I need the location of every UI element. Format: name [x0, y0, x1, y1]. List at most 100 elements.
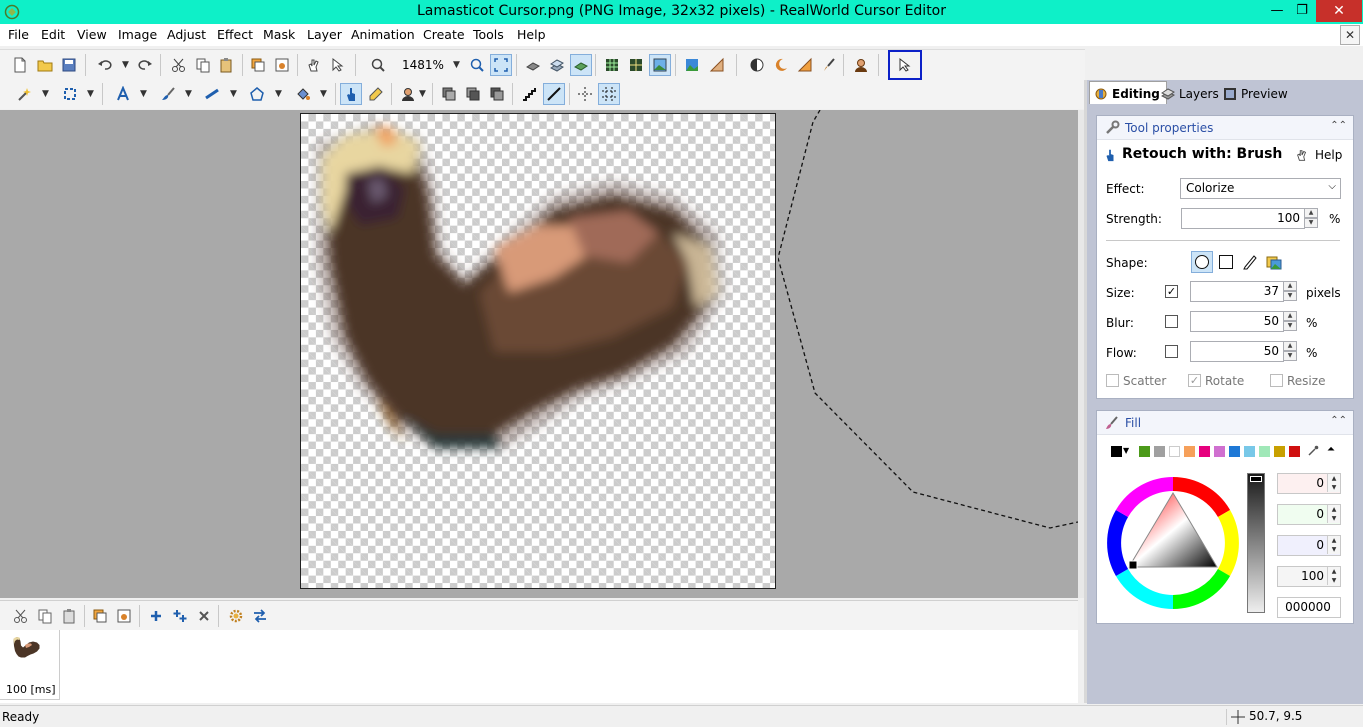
- palette-swatch[interactable]: [1274, 446, 1285, 457]
- image-canvas[interactable]: [300, 113, 776, 589]
- text-tool-button[interactable]: [112, 83, 134, 105]
- alpha-spinner[interactable]: ▲ ▼: [1327, 567, 1340, 586]
- hotspot-dropdown-icon[interactable]: ▼: [419, 89, 426, 99]
- shape-image-button[interactable]: [1263, 251, 1285, 273]
- strength-input[interactable]: 100: [1181, 208, 1305, 229]
- hotspot-tool-button[interactable]: [397, 83, 419, 105]
- spin-down-icon[interactable]: ▼: [1283, 321, 1297, 331]
- saturation-triangle[interactable]: [1128, 492, 1218, 568]
- document-close-button[interactable]: ✕: [1340, 25, 1360, 45]
- resize-checkbox[interactable]: [1270, 374, 1283, 387]
- shape-circle-button[interactable]: [1191, 251, 1213, 273]
- clone-tool-button[interactable]: [365, 83, 387, 105]
- tab-layers[interactable]: Layers: [1157, 82, 1225, 103]
- tab-editing[interactable]: Editing: [1089, 81, 1167, 104]
- scatter-checkbox[interactable]: [1106, 374, 1119, 387]
- palette-swatch[interactable]: [1184, 446, 1195, 457]
- red-spinner[interactable]: ▲ ▼: [1327, 474, 1340, 493]
- add-frame-button[interactable]: [145, 605, 167, 627]
- antialias-off-button[interactable]: [518, 83, 540, 105]
- collapse-chevron-icon[interactable]: ⌃⌃: [1330, 120, 1347, 131]
- palette-dropdown-icon[interactable]: ▼: [1123, 446, 1129, 455]
- fill-dropdown-icon[interactable]: ▼: [320, 89, 327, 99]
- zoom-in-button[interactable]: [466, 54, 488, 76]
- snap-on-button[interactable]: [598, 83, 620, 105]
- new-file-button[interactable]: [9, 54, 31, 76]
- paste-button[interactable]: [215, 54, 237, 76]
- color-wheel[interactable]: [1105, 475, 1241, 611]
- frame-cut-button[interactable]: [10, 605, 32, 627]
- zoom-out-button[interactable]: [367, 54, 389, 76]
- spin-up-icon[interactable]: ▲: [1304, 208, 1318, 218]
- layer-view-2-button[interactable]: [546, 54, 568, 76]
- layer-duplicate-button[interactable]: [462, 83, 484, 105]
- zoom-level[interactable]: 1481%: [402, 58, 444, 72]
- copy-button[interactable]: [192, 54, 214, 76]
- reverse-frames-button[interactable]: [249, 605, 271, 627]
- frame-thumbnail[interactable]: 100 [ms]: [0, 630, 60, 700]
- antialias-on-button[interactable]: [543, 83, 565, 105]
- help-link[interactable]: Help: [1315, 148, 1342, 162]
- size-spinner[interactable]: ▲ ▼: [1283, 281, 1297, 302]
- menu-layer[interactable]: Layer: [307, 27, 342, 42]
- spin-down-icon[interactable]: ▼: [1327, 483, 1340, 492]
- palette-swatch[interactable]: [1244, 446, 1255, 457]
- selection-button[interactable]: [59, 83, 81, 105]
- menu-view[interactable]: View: [77, 27, 107, 42]
- moon-button[interactable]: [770, 54, 792, 76]
- menu-tools[interactable]: Tools: [473, 27, 504, 42]
- shape-dropdown-icon[interactable]: ▼: [275, 89, 282, 99]
- shape-square-button[interactable]: [1215, 251, 1237, 273]
- frame-paste-new-button[interactable]: [89, 605, 111, 627]
- layer-view-3-button[interactable]: [570, 54, 592, 76]
- blue-spinner[interactable]: ▲ ▼: [1327, 536, 1340, 555]
- tab-preview[interactable]: Preview: [1219, 82, 1294, 103]
- alpha-slider-handle[interactable]: [1250, 476, 1262, 482]
- palette-swatch[interactable]: [1111, 446, 1122, 457]
- spin-up-icon[interactable]: ▲: [1283, 281, 1297, 291]
- flow-checkbox[interactable]: [1165, 345, 1178, 358]
- spin-up-icon[interactable]: ▲: [1283, 341, 1297, 351]
- menu-adjust[interactable]: Adjust: [167, 27, 206, 42]
- menu-help[interactable]: Help: [517, 27, 546, 42]
- retouch-tool-button[interactable]: [340, 83, 362, 105]
- eyedropper-icon[interactable]: [1307, 445, 1319, 457]
- blur-input[interactable]: 50: [1190, 311, 1284, 332]
- eyedropper-button[interactable]: [327, 54, 349, 76]
- palette-swatch[interactable]: [1154, 446, 1165, 457]
- perspective-button[interactable]: [706, 54, 728, 76]
- ruler-button[interactable]: [794, 54, 816, 76]
- strength-spinner[interactable]: ▲ ▼: [1304, 208, 1318, 229]
- rotate-checkbox[interactable]: ✓: [1188, 374, 1201, 387]
- spin-down-icon[interactable]: ▼: [1283, 351, 1297, 361]
- spin-up-icon[interactable]: ▲: [1327, 536, 1340, 545]
- layer-flatten-button[interactable]: [486, 83, 508, 105]
- canvas-workspace[interactable]: [0, 110, 1078, 598]
- selection-dropdown-icon[interactable]: ▼: [87, 89, 94, 99]
- spin-up-icon[interactable]: ▲: [1283, 311, 1297, 321]
- spin-up-icon[interactable]: ▲: [1327, 567, 1340, 576]
- undo-dropdown-icon[interactable]: ▼: [122, 60, 129, 70]
- shape-tool-button[interactable]: [246, 83, 268, 105]
- frame-properties-button[interactable]: [225, 605, 247, 627]
- undo-button[interactable]: [94, 54, 116, 76]
- brush-dropdown-icon[interactable]: ▼: [185, 89, 192, 99]
- alpha-slider[interactable]: [1247, 473, 1265, 613]
- line-tool-button[interactable]: [201, 83, 223, 105]
- green-spinner[interactable]: ▲ ▼: [1327, 505, 1340, 524]
- minimize-button[interactable]: —: [1266, 0, 1288, 22]
- menu-animation[interactable]: Animation: [351, 27, 415, 42]
- size-checkbox[interactable]: ✓: [1165, 285, 1178, 298]
- palette-swatch[interactable]: [1229, 446, 1240, 457]
- spin-down-icon[interactable]: ▼: [1327, 576, 1340, 585]
- spin-down-icon[interactable]: ▼: [1327, 514, 1340, 523]
- duplicate-frame-button[interactable]: [169, 605, 191, 627]
- menu-create[interactable]: Create: [423, 27, 465, 42]
- effect-select[interactable]: Colorize ⌵: [1180, 178, 1341, 199]
- cursor-artwork[interactable]: [301, 114, 777, 590]
- text-dropdown-icon[interactable]: ▼: [140, 89, 147, 99]
- blur-spinner[interactable]: ▲ ▼: [1283, 311, 1297, 332]
- frame-paste-button[interactable]: [58, 605, 80, 627]
- background-button[interactable]: [681, 54, 703, 76]
- fit-to-window-button[interactable]: [490, 54, 512, 76]
